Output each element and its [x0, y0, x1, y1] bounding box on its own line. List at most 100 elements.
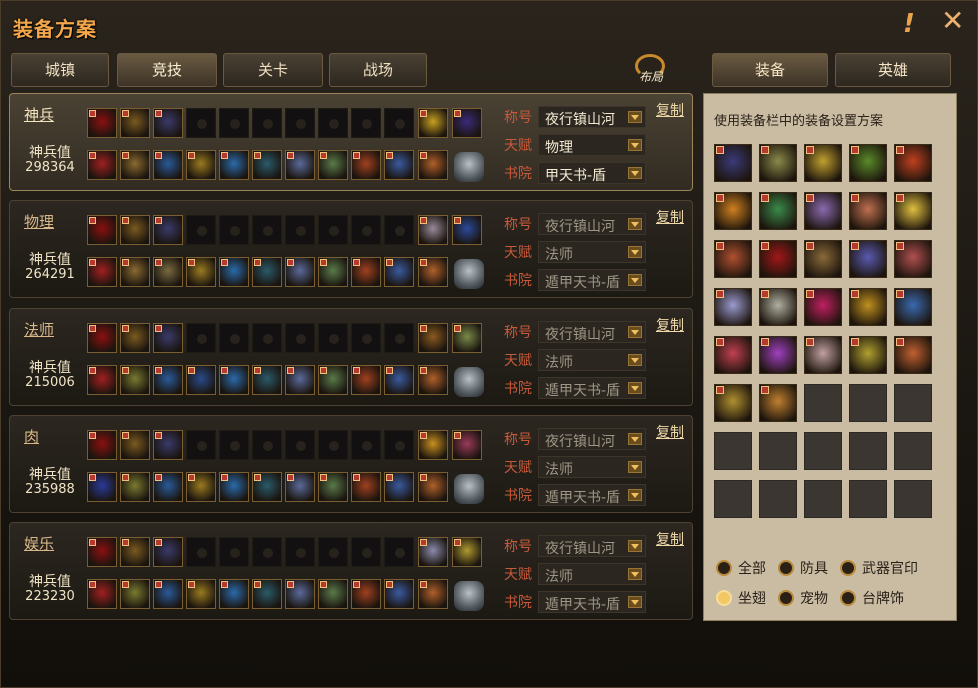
- equip-slot[interactable]: [153, 537, 183, 567]
- equip-slot[interactable]: [120, 472, 150, 502]
- equip-slot[interactable]: [153, 215, 183, 245]
- academy-dropdown[interactable]: 遁甲天书-盾: [538, 484, 646, 506]
- equip-slot[interactable]: [384, 537, 414, 567]
- title-dropdown[interactable]: 夜行镇山河: [538, 213, 646, 235]
- inventory-slot[interactable]: [894, 432, 932, 470]
- equip-slot[interactable]: [153, 579, 183, 609]
- talent-dropdown[interactable]: 法师: [538, 241, 646, 263]
- inventory-slot[interactable]: [804, 480, 842, 518]
- plan-card[interactable]: 神兵 神兵值 298364 称号 夜行镇山河 天赋 物理 书院 甲天书-盾 复制: [9, 93, 693, 191]
- equip-slot[interactable]: [252, 257, 282, 287]
- equip-slot[interactable]: [186, 365, 216, 395]
- equip-slot[interactable]: [252, 472, 282, 502]
- plan-card[interactable]: 法师 神兵值 215006 称号 夜行镇山河 天赋 法师 书院 遁甲天书-盾 复制: [9, 308, 693, 406]
- title-dropdown[interactable]: 夜行镇山河: [538, 428, 646, 450]
- inventory-slot[interactable]: [759, 288, 797, 326]
- equip-slot[interactable]: [153, 257, 183, 287]
- equip-slot[interactable]: [384, 365, 414, 395]
- title-dropdown[interactable]: 夜行镇山河: [538, 535, 646, 557]
- plan-name-link[interactable]: 法师: [24, 319, 54, 340]
- equip-slot[interactable]: [120, 537, 150, 567]
- equip-slot[interactable]: [418, 430, 448, 460]
- equip-slot[interactable]: [285, 108, 315, 138]
- equip-slot[interactable]: [285, 365, 315, 395]
- equip-slot[interactable]: [384, 108, 414, 138]
- equip-slot[interactable]: [87, 579, 117, 609]
- academy-dropdown[interactable]: 遁甲天书-盾: [538, 269, 646, 291]
- tab-2[interactable]: 关卡: [223, 53, 323, 87]
- equip-slot[interactable]: [219, 257, 249, 287]
- equip-slot[interactable]: [318, 108, 348, 138]
- equip-slot[interactable]: [418, 150, 448, 180]
- equip-slot[interactable]: [252, 579, 282, 609]
- equip-slot[interactable]: [318, 430, 348, 460]
- inventory-slot[interactable]: [894, 144, 932, 182]
- inventory-slot[interactable]: [804, 384, 842, 422]
- academy-dropdown[interactable]: 遁甲天书-盾: [538, 591, 646, 613]
- equip-slot[interactable]: [351, 150, 381, 180]
- plan-card[interactable]: 物理 神兵值 264291 称号 夜行镇山河 天赋 法师 书院 遁甲天书-盾 复制: [9, 200, 693, 298]
- equip-slot[interactable]: [219, 323, 249, 353]
- equip-slot[interactable]: [87, 150, 117, 180]
- equip-slot[interactable]: [153, 472, 183, 502]
- cauldron-icon[interactable]: [454, 152, 484, 182]
- equip-slot[interactable]: [219, 365, 249, 395]
- equip-slot[interactable]: [318, 323, 348, 353]
- inventory-slot[interactable]: [849, 240, 887, 278]
- equip-slot[interactable]: [285, 430, 315, 460]
- equip-slot[interactable]: [186, 430, 216, 460]
- equip-slot[interactable]: [153, 108, 183, 138]
- equip-slot[interactable]: [186, 257, 216, 287]
- cauldron-icon[interactable]: [454, 367, 484, 397]
- equip-slot[interactable]: [252, 323, 282, 353]
- equip-slot[interactable]: [418, 472, 448, 502]
- equip-slot[interactable]: [252, 537, 282, 567]
- equip-slot[interactable]: [418, 365, 448, 395]
- cauldron-icon[interactable]: [454, 581, 484, 611]
- equip-slot[interactable]: [285, 472, 315, 502]
- copy-link[interactable]: 复制: [656, 100, 684, 120]
- equip-slot[interactable]: [318, 257, 348, 287]
- equip-slot[interactable]: [285, 579, 315, 609]
- layout-button[interactable]: 布局: [629, 54, 673, 86]
- equip-slot[interactable]: [384, 430, 414, 460]
- equip-slot[interactable]: [87, 472, 117, 502]
- inventory-slot[interactable]: [714, 192, 752, 230]
- equip-slot[interactable]: [318, 579, 348, 609]
- equip-slot[interactable]: [153, 430, 183, 460]
- equip-slot[interactable]: [384, 472, 414, 502]
- inventory-slot[interactable]: [849, 144, 887, 182]
- equip-slot[interactable]: [120, 257, 150, 287]
- equip-slot[interactable]: [252, 365, 282, 395]
- inventory-slot[interactable]: [804, 192, 842, 230]
- inventory-slot[interactable]: [759, 432, 797, 470]
- equip-slot[interactable]: [87, 215, 117, 245]
- tab-1[interactable]: 竞技: [117, 53, 217, 87]
- equip-slot[interactable]: [186, 579, 216, 609]
- equip-slot[interactable]: [87, 537, 117, 567]
- equip-slot[interactable]: [452, 108, 482, 138]
- equip-slot[interactable]: [452, 323, 482, 353]
- equip-slot[interactable]: [120, 323, 150, 353]
- equip-slot[interactable]: [351, 579, 381, 609]
- equip-slot[interactable]: [285, 215, 315, 245]
- equip-slot[interactable]: [153, 323, 183, 353]
- title-dropdown[interactable]: 夜行镇山河: [538, 106, 646, 128]
- inventory-slot[interactable]: [804, 288, 842, 326]
- equip-slot[interactable]: [318, 537, 348, 567]
- right-tab-1[interactable]: 英雄: [835, 53, 951, 87]
- talent-dropdown[interactable]: 物理: [538, 134, 646, 156]
- equip-slot[interactable]: [418, 323, 448, 353]
- inventory-slot[interactable]: [849, 432, 887, 470]
- plan-card[interactable]: 娱乐 神兵值 223230 称号 夜行镇山河 天赋 法师 书院 遁甲天书-盾 复制: [9, 522, 693, 620]
- equip-slot[interactable]: [186, 323, 216, 353]
- equip-slot[interactable]: [452, 430, 482, 460]
- equip-slot[interactable]: [384, 323, 414, 353]
- plan-name-link[interactable]: 神兵: [24, 104, 54, 125]
- inventory-slot[interactable]: [894, 480, 932, 518]
- equip-slot[interactable]: [120, 579, 150, 609]
- inventory-slot[interactable]: [714, 336, 752, 374]
- close-icon[interactable]: ✕: [941, 7, 964, 35]
- equip-slot[interactable]: [252, 215, 282, 245]
- equip-slot[interactable]: [285, 537, 315, 567]
